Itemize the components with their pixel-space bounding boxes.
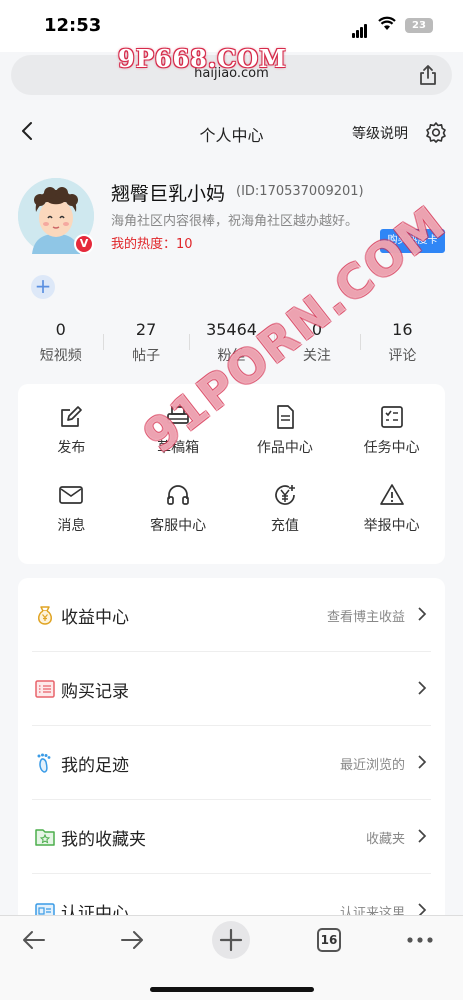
back-arrow-icon[interactable]	[20, 926, 48, 954]
stat-short-videos[interactable]: 0 短视频	[18, 320, 103, 370]
menu-hint: 收藏夹	[365, 832, 405, 847]
headset-icon	[167, 485, 189, 505]
action-label: 任务中心	[363, 440, 420, 456]
action-label: 客服中心	[150, 518, 207, 534]
action-label: 作品中心	[256, 440, 313, 456]
action-label: 发布	[57, 440, 86, 456]
actions-card: 发布 草稿箱 作品中心 任务中心 消息 客服中心 充值 举报中心	[18, 384, 445, 564]
action-label: 充值	[270, 518, 299, 534]
stat-value: 35464	[206, 320, 257, 339]
menu-label: 购买记录	[61, 682, 129, 702]
id-card-icon	[35, 903, 55, 915]
document-icon	[277, 405, 294, 429]
more-menu-icon[interactable]	[406, 936, 434, 944]
mail-icon	[59, 486, 84, 504]
menu-label: 收益中心	[61, 608, 129, 628]
menu-item-purchase-records[interactable]: 购买记录	[32, 652, 431, 726]
browser-toolbar: 16	[0, 915, 463, 1000]
stat-value: 0	[311, 320, 323, 339]
action-messages[interactable]: 消息	[18, 482, 125, 540]
menu-hint: 查看博主收益	[326, 610, 405, 625]
edit-icon	[61, 406, 83, 427]
menu-item-verification[interactable]: 认证中心 认证来这里	[32, 874, 431, 915]
signal-icon	[352, 19, 368, 38]
warning-icon	[379, 484, 404, 505]
stat-value: 0	[55, 320, 66, 339]
action-recharge[interactable]: 充值	[232, 482, 339, 540]
watermark-top: 9P668.COM	[118, 44, 287, 73]
tabs-count-icon[interactable]: 16	[317, 928, 341, 952]
stat-label: 短视频	[39, 348, 82, 364]
menu-item-favorites[interactable]: 我的收藏夹 收藏夹	[32, 800, 431, 874]
menu-label: 我的收藏夹	[61, 830, 146, 850]
user-id: (ID:170537009201)	[236, 184, 364, 199]
folder-star-icon	[35, 829, 55, 846]
menu-label: 认证中心	[61, 904, 129, 915]
stat-label: 关注	[302, 348, 331, 364]
page-header: 个人中心 等级说明	[0, 100, 463, 164]
chevron-right-icon	[418, 755, 427, 769]
forward-arrow-icon[interactable]	[118, 926, 146, 954]
action-works-center[interactable]: 作品中心	[232, 404, 339, 462]
yen-coin-icon	[275, 485, 295, 505]
new-tab-plus-icon[interactable]	[211, 920, 251, 960]
stat-label: 帖子	[132, 348, 161, 364]
wifi-icon	[378, 16, 396, 30]
stat-value: 16	[392, 320, 413, 339]
menu-list: 收益中心 查看博主收益 购买记录 我的足迹 最近浏览的 我的收藏夹 收藏夹 认证…	[18, 578, 445, 915]
status-time: 12:53	[44, 15, 102, 36]
menu-hint: 最近浏览的	[339, 758, 405, 773]
stat-label: 评论	[388, 348, 417, 364]
chevron-right-icon	[418, 607, 427, 621]
heat-value: 我的热度：10	[111, 237, 193, 252]
stat-following[interactable]: 0 关注	[274, 320, 359, 370]
username: 翘臀巨乳小妈	[111, 183, 226, 205]
stat-fans[interactable]: 35464 粉丝	[188, 320, 274, 370]
action-task-center[interactable]: 任务中心	[338, 404, 445, 462]
action-publish[interactable]: 发布	[18, 404, 125, 462]
money-bag-icon	[38, 606, 52, 625]
action-report-center[interactable]: 举报中心	[338, 482, 445, 540]
vip-badge: V	[74, 234, 94, 254]
add-plus-icon[interactable]: +	[31, 275, 55, 299]
action-label: 举报中心	[363, 518, 420, 534]
home-indicator	[150, 987, 314, 992]
printer-icon	[167, 406, 189, 424]
stat-comments[interactable]: 16 评论	[359, 320, 445, 370]
share-icon[interactable]	[418, 64, 438, 86]
stat-value: 27	[135, 320, 157, 339]
footprint-icon	[37, 753, 51, 773]
menu-item-earnings[interactable]: 收益中心 查看博主收益	[32, 578, 431, 652]
action-customer-service[interactable]: 客服中心	[125, 482, 232, 540]
action-drafts[interactable]: 草稿箱	[125, 404, 232, 462]
checklist-icon	[380, 406, 403, 428]
action-label: 草稿箱	[157, 440, 200, 456]
chevron-right-icon	[418, 829, 427, 843]
stat-label: 粉丝	[217, 348, 246, 364]
menu-label: 我的足迹	[61, 756, 129, 776]
gear-icon[interactable]	[425, 121, 447, 143]
level-explanation-link[interactable]: 等级说明	[352, 123, 408, 143]
stat-posts[interactable]: 27 帖子	[103, 320, 188, 370]
chevron-right-icon	[418, 681, 427, 695]
stats-row: 0 短视频 27 帖子 35464 粉丝 0 关注 16 评论	[18, 320, 445, 370]
chevron-right-icon	[418, 903, 427, 915]
avatar[interactable]: V	[18, 178, 94, 254]
menu-item-footprints[interactable]: 我的足迹 最近浏览的	[32, 726, 431, 800]
menu-hint: 认证来这里	[339, 906, 405, 915]
receipt-icon	[35, 680, 55, 698]
buy-heat-card-button[interactable]: 购买热度卡	[380, 229, 445, 253]
user-bio: 海角社区内容很棒，祝海角社区越办越好。	[111, 214, 359, 229]
battery-icon: 23	[405, 18, 433, 33]
page-content: 个人中心 等级说明 V 翘臀巨乳小妈 (ID:170537009201) 海角社…	[0, 100, 463, 915]
action-label: 消息	[57, 518, 86, 534]
